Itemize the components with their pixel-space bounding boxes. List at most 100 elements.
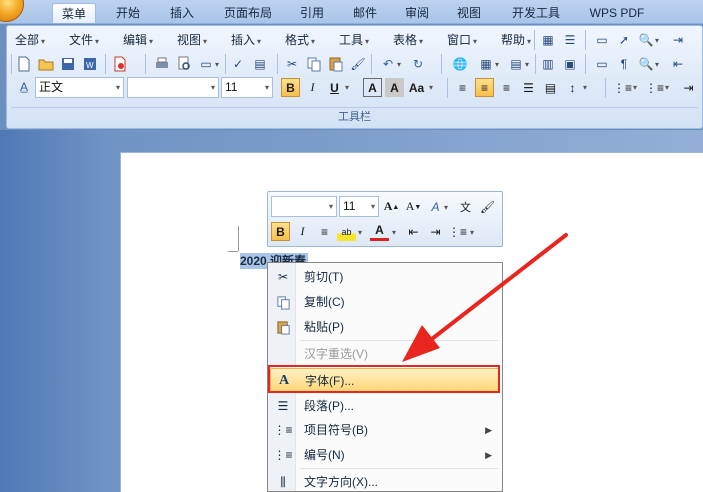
menu-file[interactable]: 文件 ▾	[69, 32, 99, 48]
align-left-button[interactable]: ≡	[453, 78, 472, 97]
save-icon[interactable]	[59, 55, 77, 73]
char-border-button[interactable]: A	[363, 78, 382, 97]
format-painter-icon[interactable]: 🖌	[478, 197, 497, 216]
print-icon[interactable]	[153, 55, 171, 73]
chevron-down-icon[interactable]: ▾	[495, 60, 499, 69]
save-as-icon[interactable]: W	[81, 55, 99, 73]
office-button[interactable]	[0, 0, 24, 22]
zoom-icon[interactable]: 🔍	[637, 31, 655, 49]
menu-window[interactable]: 窗口 ▾	[447, 32, 477, 48]
menu-help[interactable]: 帮助 ▾	[501, 32, 531, 48]
phonetic-guide-button[interactable]: 文	[456, 197, 475, 216]
zoom-icon[interactable]: 🔍	[637, 55, 655, 73]
print-preview-icon[interactable]	[175, 55, 193, 73]
menu-item-text-direction[interactable]: ⫼ 文字方向(X)...	[270, 470, 500, 492]
outdent-icon[interactable]: ⇤	[669, 55, 687, 73]
numbering-button[interactable]: ⋮≡	[645, 78, 664, 97]
undo-icon[interactable]: ↶	[379, 55, 397, 73]
tab-view[interactable]: 视图	[449, 3, 489, 23]
menu-insert[interactable]: 插入 ▾	[231, 32, 261, 48]
mini-font-color-button[interactable]: A	[370, 222, 389, 241]
pdf-icon[interactable]	[111, 55, 129, 73]
menu-edit[interactable]: 编辑 ▾	[123, 32, 153, 48]
mini-font-family-select[interactable]: ▾	[271, 196, 337, 217]
open-folder-icon[interactable]	[37, 55, 55, 73]
menu-item-copy[interactable]: 复制(C)	[270, 290, 500, 314]
research-icon[interactable]: ▤	[251, 55, 269, 73]
mini-font-size-select[interactable]: 11 ▾	[339, 196, 379, 217]
underline-button[interactable]: U	[325, 78, 344, 97]
mini-highlight-button[interactable]: ab	[337, 222, 356, 241]
change-case-button[interactable]: Aa	[407, 78, 426, 97]
chevron-down-icon[interactable]: ▾	[583, 83, 587, 92]
page-view-icon[interactable]: ▭	[197, 55, 215, 73]
indent-button[interactable]: ⇥	[679, 78, 698, 97]
chevron-down-icon[interactable]: ▾	[358, 228, 362, 237]
spell-check-icon[interactable]: ✓	[229, 55, 247, 73]
insert-table-icon[interactable]: ▤	[507, 55, 525, 73]
menu-format[interactable]: 格式 ▾	[285, 32, 315, 48]
styles-icon[interactable]: A̲	[15, 78, 33, 96]
chevron-down-icon[interactable]: ▾	[429, 83, 433, 92]
mini-italic-button[interactable]: I	[293, 222, 312, 241]
menu-item-paragraph[interactable]: ☰ 段落(P)...	[270, 394, 500, 418]
document-map-icon[interactable]: ▭	[593, 55, 611, 73]
menu-table[interactable]: 表格 ▾	[393, 32, 423, 48]
indent-icon[interactable]: ⇥	[669, 31, 687, 49]
char-shading-button[interactable]: A	[385, 78, 404, 97]
copy-icon[interactable]	[305, 55, 323, 73]
tab-references[interactable]: 引用	[292, 3, 332, 23]
chevron-down-icon[interactable]: ▾	[633, 83, 637, 92]
font-family-select[interactable]: ▾	[127, 77, 219, 98]
show-marks-icon[interactable]: ¶	[615, 55, 633, 73]
shrink-font-button[interactable]: A ▼	[404, 197, 423, 216]
line-spacing-button[interactable]: ↕	[563, 78, 582, 97]
tab-page-layout[interactable]: 页面布局	[216, 3, 280, 23]
columns-icon[interactable]: ▥	[539, 55, 557, 73]
screen-icon[interactable]: ▭	[593, 31, 611, 49]
mini-center-button[interactable]: ≡	[315, 222, 334, 241]
drawing-icon[interactable]: ▣	[561, 55, 579, 73]
tab-wps-pdf[interactable]: WPS PDF	[582, 3, 652, 23]
menu-all[interactable]: 全部 ▾	[15, 32, 45, 48]
tab-menu[interactable]: 菜单	[52, 3, 96, 23]
italic-button[interactable]: I	[303, 78, 322, 97]
menu-item-bullets[interactable]: ⋮≡ 项目符号(B) ▶	[270, 418, 500, 442]
tab-home[interactable]: 开始	[108, 3, 148, 23]
justify-button[interactable]: ☰	[519, 78, 538, 97]
chevron-down-icon[interactable]: ▾	[525, 60, 529, 69]
cut-icon[interactable]: ✂	[283, 55, 301, 73]
chevron-down-icon[interactable]: ▾	[655, 36, 659, 45]
chevron-down-icon[interactable]: ▾	[397, 60, 401, 69]
redo-icon[interactable]: ↻	[409, 55, 427, 73]
paste-icon[interactable]	[327, 55, 345, 73]
mini-increase-indent-button[interactable]: ⇥	[426, 222, 445, 241]
chevron-down-icon[interactable]: ▾	[655, 60, 659, 69]
format-painter-icon[interactable]: 🖌	[349, 55, 367, 73]
table-icon[interactable]: ▦	[477, 55, 495, 73]
hyperlink-icon[interactable]: 🌐	[451, 55, 469, 73]
tab-developer[interactable]: 开发工具	[504, 3, 568, 23]
mini-decrease-indent-button[interactable]: ⇤	[404, 222, 423, 241]
font-size-select[interactable]: 11 ▾	[221, 77, 273, 98]
bold-button[interactable]: B	[281, 78, 300, 97]
chevron-down-icon[interactable]: ▾	[345, 83, 349, 92]
menu-view[interactable]: 视图 ▾	[177, 32, 207, 48]
grow-font-button[interactable]: A ▲	[382, 197, 401, 216]
tab-insert[interactable]: 插入	[162, 3, 202, 23]
align-center-button[interactable]: ≡	[475, 78, 494, 97]
menu-item-paste[interactable]: 粘贴(P)	[270, 315, 500, 339]
menu-item-numbering[interactable]: ⋮≡ 编号(N) ▶	[270, 443, 500, 467]
distribute-button[interactable]: ▤	[541, 78, 560, 97]
new-document-icon[interactable]	[15, 55, 33, 73]
align-justify-icon[interactable]: ☰	[561, 31, 579, 49]
mini-bullets-button[interactable]: ⋮≡	[448, 222, 467, 241]
chevron-down-icon[interactable]: ▾	[392, 228, 396, 237]
align-right-button[interactable]: ≡	[497, 78, 516, 97]
chevron-down-icon[interactable]: ▾	[444, 203, 448, 212]
bullets-button[interactable]: ⋮≡	[613, 78, 632, 97]
mini-bold-button[interactable]: B	[271, 222, 290, 241]
grid-icon[interactable]: ▦	[539, 31, 557, 49]
menu-tools[interactable]: 工具 ▾	[339, 32, 369, 48]
tab-review[interactable]: 审阅	[397, 3, 437, 23]
